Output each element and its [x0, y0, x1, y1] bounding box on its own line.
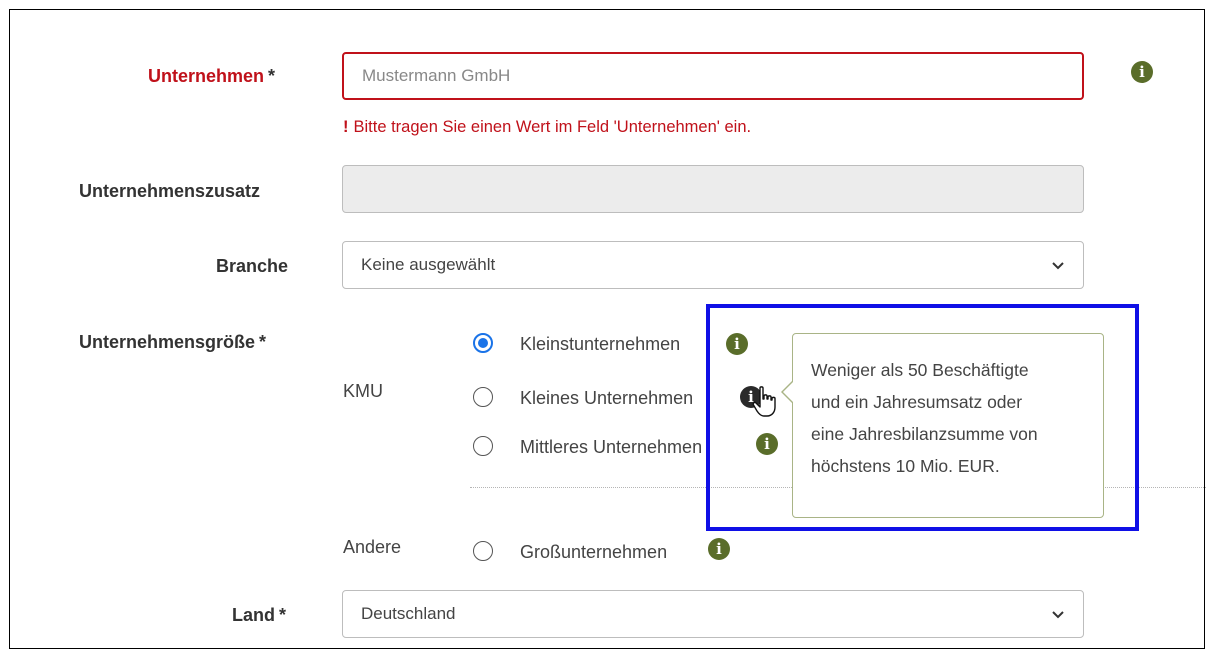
radio-kleines-unternehmen[interactable]: [473, 387, 493, 407]
country-select-value: Deutschland: [361, 604, 456, 623]
industry-select[interactable]: Keine ausgewählt: [342, 241, 1084, 289]
option-label-mittleres-unternehmen[interactable]: Mittleres Unternehmen: [520, 437, 702, 458]
company-input[interactable]: Mustermann GmbH: [342, 52, 1084, 100]
industry-label: Branche: [216, 256, 289, 276]
radio-mittleres-unternehmen[interactable]: [473, 436, 493, 456]
company-info-icon[interactable]: i: [1131, 61, 1153, 83]
company-label: Unternehmen *: [148, 66, 276, 86]
option-label-grossunternehmen[interactable]: Großunternehmen: [520, 542, 667, 563]
option-label-kleinstunternehmen[interactable]: Kleinstunternehmen: [520, 334, 680, 355]
chevron-down-icon: [1052, 611, 1064, 619]
company-size-label: Unternehmensgröße *: [79, 332, 267, 352]
country-label: Land *: [232, 605, 287, 625]
highlight-box: [706, 304, 1139, 531]
company-error-message: ! Bitte tragen Sie einen Wert im Feld 'Un…: [343, 118, 752, 136]
kmu-group-label: KMU: [343, 381, 383, 401]
country-select[interactable]: Deutschland: [342, 590, 1084, 638]
company-suffix-input[interactable]: [342, 165, 1084, 213]
grossunternehmen-info-icon[interactable]: i: [708, 538, 730, 560]
other-group-label: Andere: [343, 537, 402, 557]
option-label-kleines-unternehmen[interactable]: Kleines Unternehmen: [520, 388, 693, 409]
company-suffix-label: Unternehmenszusatz: [79, 181, 261, 201]
radio-kleinstunternehmen[interactable]: [473, 333, 493, 353]
chevron-down-icon: [1052, 262, 1064, 270]
industry-select-value: Keine ausgewählt: [361, 255, 496, 274]
company-input-placeholder: Mustermann GmbH: [362, 66, 511, 85]
radio-grossunternehmen[interactable]: [473, 541, 493, 561]
